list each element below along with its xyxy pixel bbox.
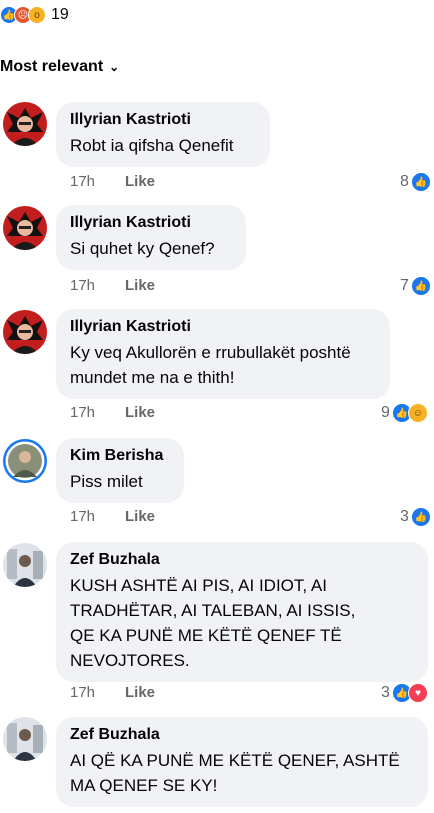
comment-author[interactable]: Kim Berisha <box>70 446 170 466</box>
comment-line: Piss milet <box>70 472 143 491</box>
chevron-down-icon: ⌄ <box>109 60 120 74</box>
comment-reaction-count[interactable]: 8 👍 <box>400 172 431 192</box>
comment-text: AI QË KA PUNË ME KËTË QENEF, ASHTË MA QEN… <box>70 748 414 798</box>
comment-actions: 17h Like <box>70 173 155 190</box>
comment-line: Robt ia qifsha Qenefit <box>70 136 234 155</box>
comment-reaction-count[interactable]: 7 👍 <box>400 276 431 296</box>
avatar[interactable] <box>3 310 47 354</box>
comment-text: Si quhet ky Qenef? <box>70 236 232 261</box>
like-button[interactable]: Like <box>125 508 155 525</box>
comment-bubble: Zef Buzhala KUSH ASHTË AI PIS, AI IDIOT, … <box>56 542 428 682</box>
like-icon: 👍 <box>410 507 431 527</box>
comment-line: Si quhet ky Qenef? <box>70 239 215 258</box>
reaction-number: 3 <box>400 508 409 525</box>
comment-bubble: Illyrian Kastrioti Robt ia qifsha Qenefit <box>56 102 270 167</box>
comment-line: mundet me na e thith! <box>70 368 235 387</box>
comment-actions: 17h Like <box>70 404 155 421</box>
comment-bubble: Zef Buzhala AI QË KA PUNË ME KËTË QENEF, … <box>56 717 428 807</box>
comment-reaction-count[interactable]: 3 👍 <box>400 507 431 527</box>
comment-actions: 17h Like <box>70 508 155 525</box>
comment-author[interactable]: Illyrian Kastrioti <box>70 317 376 337</box>
wow-icon: o <box>28 6 46 24</box>
comment-actions: 17h Like <box>70 277 155 294</box>
reaction-number: 7 <box>400 277 409 294</box>
comment-line: QE KA PUNË ME KËTË QENEF TË <box>70 626 342 645</box>
comment-timestamp[interactable]: 17h <box>70 173 125 190</box>
comment-text: Robt ia qifsha Qenefit <box>70 133 256 158</box>
reaction-number: 9 <box>381 404 390 421</box>
reaction-number: 3 <box>381 684 390 701</box>
like-button[interactable]: Like <box>125 684 155 701</box>
avatar[interactable] <box>3 439 47 483</box>
avatar[interactable] <box>3 206 47 250</box>
comment-actions: 17h Like <box>70 684 155 701</box>
comment-reaction-count[interactable]: 3 👍 ♥ <box>381 683 428 703</box>
comment-timestamp[interactable]: 17h <box>70 277 125 294</box>
comment-timestamp[interactable]: 17h <box>70 508 125 525</box>
comment-bubble: Illyrian Kastrioti Si quhet ky Qenef? <box>56 205 246 270</box>
like-icon: 👍 <box>410 172 431 192</box>
haha-icon: ☺ <box>407 403 428 423</box>
comment-author[interactable]: Zef Buzhala <box>70 725 414 745</box>
avatar[interactable] <box>3 717 47 761</box>
sort-dropdown[interactable]: Most relevant ⌄ <box>0 56 119 78</box>
comment-bubble: Kim Berisha Piss milet <box>56 438 184 503</box>
comment-line: MA QENEF SE KY! <box>70 776 218 795</box>
reaction-count: 19 <box>51 6 69 23</box>
comment-bubble: Illyrian Kastrioti Ky veq Akullorën e rru… <box>56 309 390 399</box>
comment-reaction-count[interactable]: 9 👍 ☺ <box>381 403 428 423</box>
comment-text: Piss milet <box>70 469 170 494</box>
comment-timestamp[interactable]: 17h <box>70 684 125 701</box>
comment-line: KUSH ASHTË AI PIS, AI IDIOT, AI <box>70 576 327 595</box>
avatar[interactable] <box>3 102 47 146</box>
comment-author[interactable]: Illyrian Kastrioti <box>70 110 256 130</box>
reaction-summary[interactable]: 👍 ☹ o 19 <box>0 4 69 26</box>
comment-author[interactable]: Zef Buzhala <box>70 550 414 570</box>
comment-timestamp[interactable]: 17h <box>70 404 125 421</box>
comment-text: Ky veq Akullorën e rrubullakët poshtë mun… <box>70 340 376 390</box>
comment-line: AI QË KA PUNË ME KËTË QENEF, ASHTË <box>70 751 400 770</box>
like-button[interactable]: Like <box>125 173 155 190</box>
sort-label: Most relevant <box>0 58 104 75</box>
like-button[interactable]: Like <box>125 404 155 421</box>
love-icon: ♥ <box>407 683 428 703</box>
comment-author[interactable]: Illyrian Kastrioti <box>70 213 232 233</box>
comment-text: KUSH ASHTË AI PIS, AI IDIOT, AI TRADHËTAR… <box>70 573 414 673</box>
comment-line: Ky veq Akullorën e rrubullakët poshtë <box>70 343 351 362</box>
comment-line: NEVOJTORES. <box>70 651 190 670</box>
like-icon: 👍 <box>410 276 431 296</box>
avatar[interactable] <box>3 543 47 587</box>
comment-line: TRADHËTAR, AI TALEBAN, AI ISSIS, <box>70 601 356 620</box>
reaction-number: 8 <box>400 173 409 190</box>
like-button[interactable]: Like <box>125 277 155 294</box>
